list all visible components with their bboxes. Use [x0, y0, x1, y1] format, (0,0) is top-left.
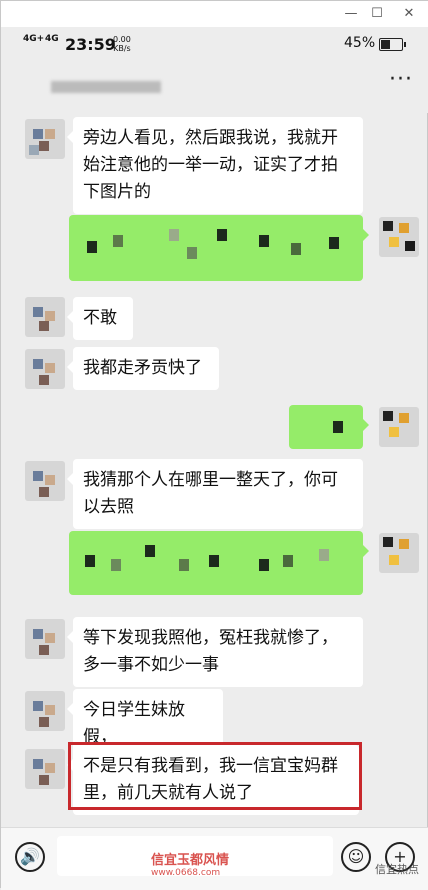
signal-icon-1: 4G+ [23, 34, 45, 44]
phone-screen: — ☐ ✕ 4G+ 4G 23:59 0.00 KB/s 45% ··· 旁边人… [0, 0, 428, 890]
battery-fill [381, 40, 390, 49]
network-speed: 0.00 KB/s [113, 35, 131, 53]
battery-percent: 45% [344, 35, 376, 51]
avatar[interactable] [25, 691, 65, 731]
network-speed-unit: KB/s [113, 44, 131, 53]
message-bubble[interactable]: 旁边人看见，然后跟我说，我就开始注意他的一举一动，证实了才拍下图片的 [67, 117, 363, 214]
status-bar: 4G+ 4G 23:59 0.00 KB/s 45% [1, 27, 428, 61]
watermark-title: 信宜玉都风情 [151, 853, 230, 868]
maximize-icon[interactable]: ☐ [367, 5, 387, 23]
avatar[interactable] [25, 119, 65, 159]
status-time: 23:59 [65, 35, 116, 54]
network-speed-value: 0.00 [113, 35, 131, 44]
voice-input-icon[interactable]: 🔊 [15, 842, 45, 872]
avatar-self[interactable] [379, 407, 419, 447]
window-titlebar: — ☐ ✕ [1, 1, 428, 27]
chat-header: ··· [1, 61, 428, 113]
avatar-self[interactable] [379, 533, 419, 573]
message-bubble[interactable]: 等下发现我照他，冤枉我就惨了，多一事不如少一事 [67, 617, 363, 687]
watermark-url: www.0668.com [151, 868, 221, 878]
watermark-corner: 信宜热点 [375, 863, 419, 876]
avatar[interactable] [25, 349, 65, 389]
message-bubble[interactable]: 不敢 [67, 297, 133, 340]
minimize-icon[interactable]: — [341, 5, 361, 23]
more-options-icon[interactable]: ··· [389, 67, 413, 92]
battery-icon [379, 38, 406, 51]
watermark: 信宜玉都风情 www.0668.com [151, 849, 229, 878]
message-bubble-sent[interactable] [289, 405, 369, 449]
avatar[interactable] [25, 461, 65, 501]
avatar[interactable] [25, 749, 65, 789]
emoji-icon[interactable]: ☺ [341, 842, 371, 872]
avatar[interactable] [25, 619, 65, 659]
close-icon[interactable]: ✕ [399, 5, 419, 23]
avatar-self[interactable] [379, 217, 419, 257]
message-bubble-sent[interactable] [69, 531, 369, 595]
message-bubble[interactable]: 我都走矛贡快了 [67, 347, 219, 390]
chat-title-redacted [51, 81, 161, 93]
highlight-box [68, 742, 362, 810]
message-bubble-sent[interactable] [69, 215, 369, 281]
avatar[interactable] [25, 297, 65, 337]
signal-icon-2: 4G [45, 34, 59, 44]
message-bubble[interactable]: 我猜那个人在哪里一整天了，你可以去照 [67, 459, 363, 529]
